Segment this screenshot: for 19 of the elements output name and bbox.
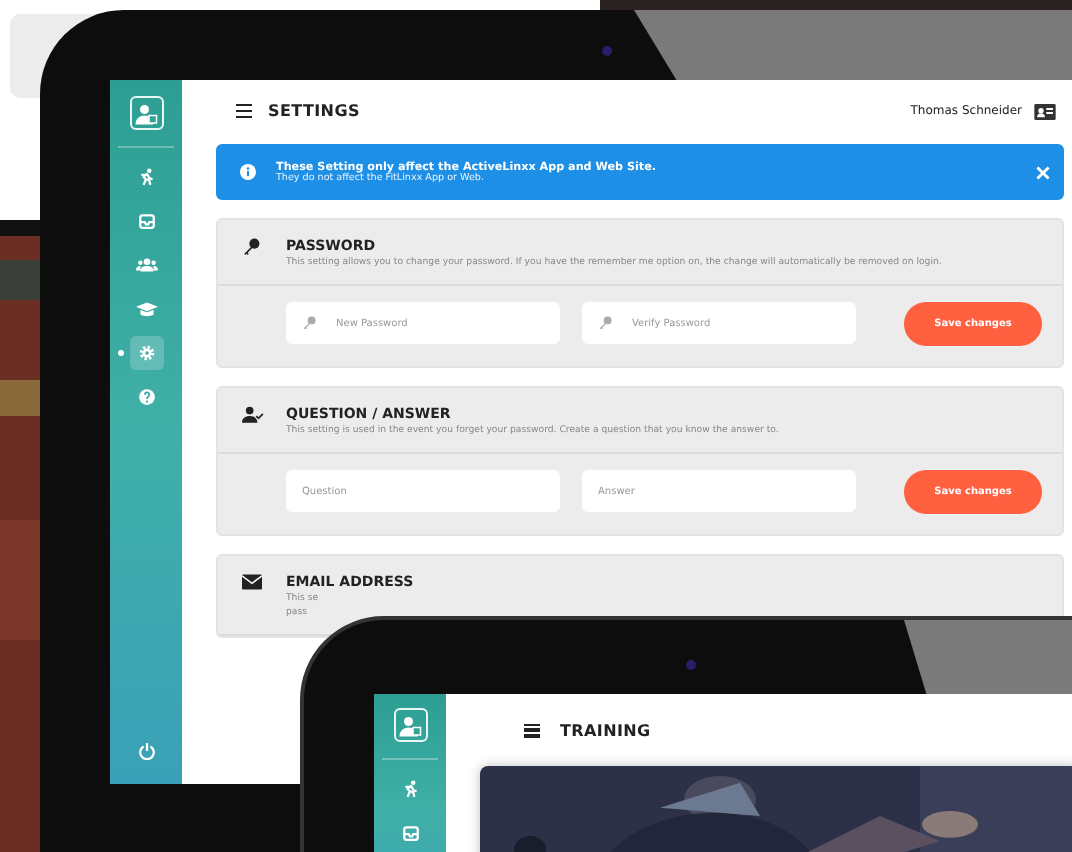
power-icon[interactable] bbox=[137, 742, 155, 760]
menu-icon[interactable] bbox=[236, 104, 252, 118]
key-icon bbox=[598, 316, 612, 331]
page-title: TRAINING bbox=[560, 721, 651, 739]
menu-icon[interactable] bbox=[524, 723, 540, 737]
selection-dot bbox=[117, 350, 123, 356]
settings-icon[interactable] bbox=[129, 336, 163, 370]
user-check-icon bbox=[242, 405, 264, 424]
info-icon bbox=[240, 164, 256, 180]
camera-icon bbox=[602, 46, 612, 56]
id-card-icon[interactable] bbox=[1034, 103, 1056, 119]
profile-icon[interactable] bbox=[129, 96, 163, 130]
envelope-icon bbox=[242, 573, 262, 590]
key-icon bbox=[242, 238, 260, 256]
page-title: SETTINGS bbox=[268, 102, 360, 120]
camera-icon bbox=[686, 660, 696, 670]
key-icon bbox=[302, 316, 316, 331]
profile-icon[interactable] bbox=[393, 708, 427, 742]
close-icon[interactable] bbox=[1036, 165, 1050, 179]
